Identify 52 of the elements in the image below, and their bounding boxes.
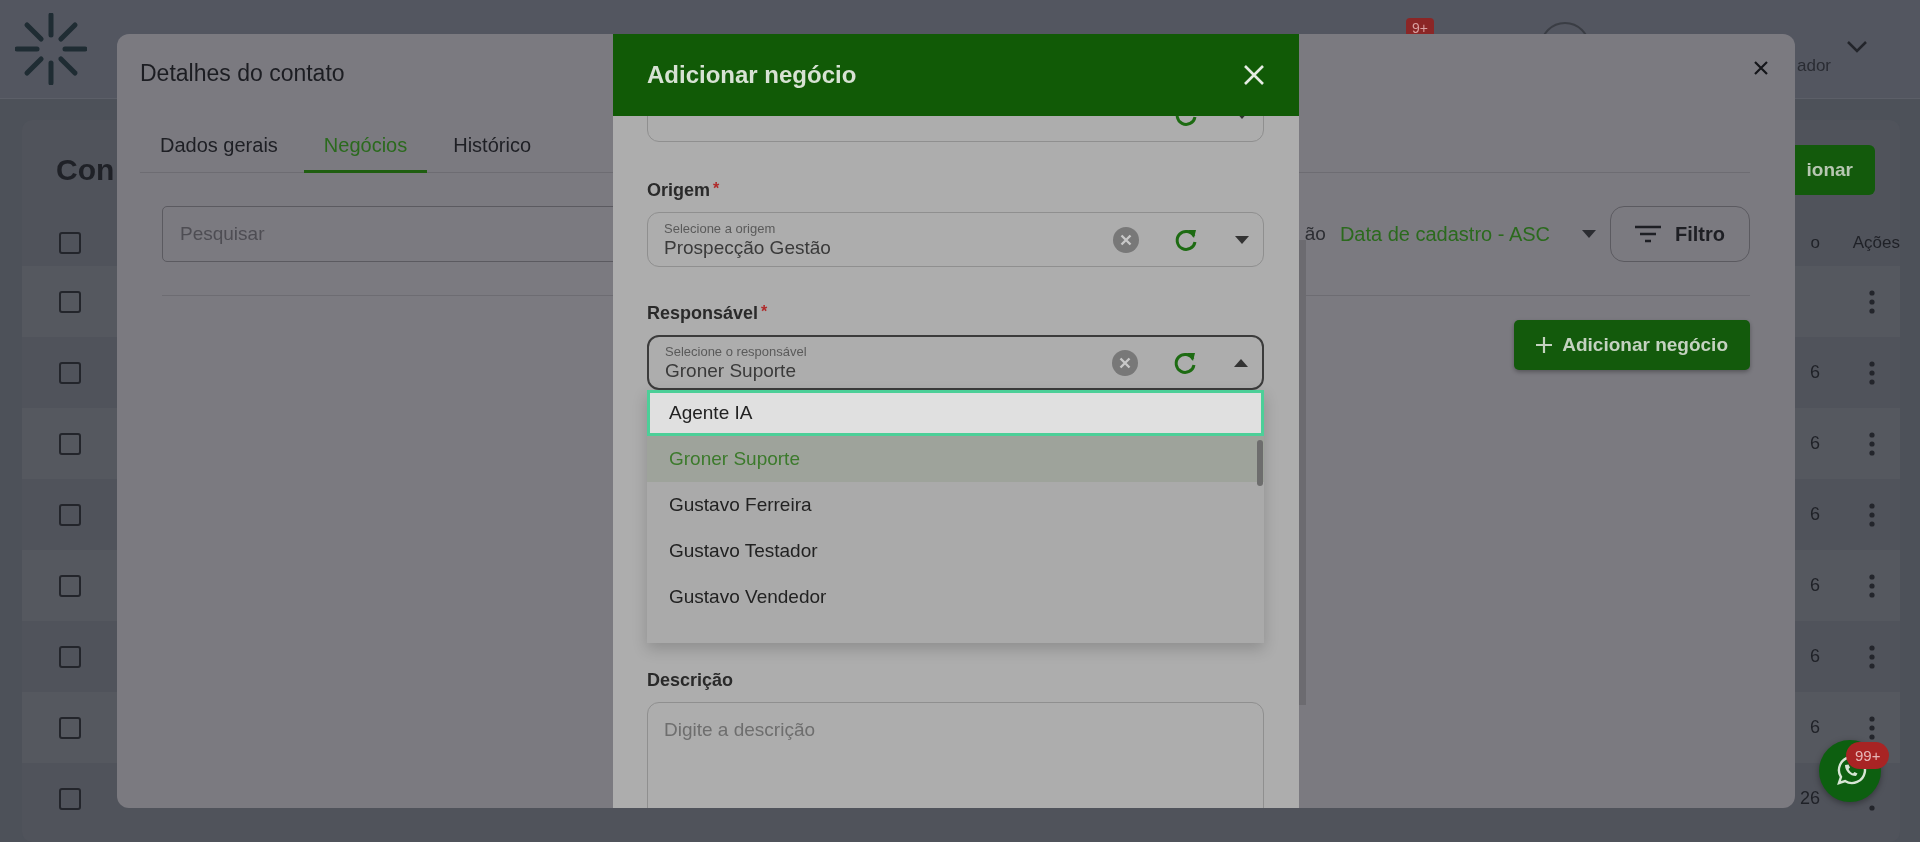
clear-icon[interactable] xyxy=(1112,349,1138,376)
caret-down-icon[interactable] xyxy=(1582,230,1596,238)
checkbox[interactable] xyxy=(59,232,81,254)
caret-down-icon[interactable] xyxy=(1235,235,1249,244)
plus-icon xyxy=(1536,337,1553,353)
scrollbar[interactable] xyxy=(1257,440,1263,486)
dropdown-option[interactable]: Gustavo Vendedor xyxy=(647,574,1264,620)
required-mark: * xyxy=(713,180,720,199)
dialog-title: Adicionar negócio xyxy=(647,61,857,89)
table-cell: 6 xyxy=(1810,433,1820,454)
dropdown-option[interactable]: Agente IA xyxy=(647,390,1264,436)
add-deal-button[interactable]: Adicionar negócio xyxy=(1514,320,1750,370)
dropdown-option[interactable]: Gustavo Ferreira xyxy=(647,482,1264,528)
checkbox[interactable] xyxy=(59,574,81,597)
select-field[interactable]: Selecione o responsável Groner Suporte xyxy=(647,335,1264,390)
table-cell: 6 xyxy=(1810,717,1820,738)
filter-button[interactable]: Filtro xyxy=(1610,206,1750,262)
close-icon[interactable] xyxy=(1753,60,1769,76)
dialog-title: Detalhes do contato xyxy=(140,60,345,88)
checkbox[interactable] xyxy=(59,716,81,739)
more-options-icon[interactable] xyxy=(1869,804,1875,811)
field-label: Responsável xyxy=(647,303,759,325)
more-options-icon[interactable] xyxy=(1869,502,1875,527)
field-label: Origem xyxy=(647,180,711,202)
checkbox[interactable] xyxy=(59,503,81,526)
filter-icon xyxy=(1635,225,1661,243)
field-value: Groner Suporte xyxy=(665,359,797,382)
caret-up-icon[interactable] xyxy=(1234,358,1248,367)
more-options-icon[interactable] xyxy=(1869,573,1875,598)
checkbox[interactable] xyxy=(59,290,81,313)
more-options-icon[interactable] xyxy=(1869,431,1875,456)
more-options-icon[interactable] xyxy=(1869,360,1875,385)
checkbox[interactable] xyxy=(59,787,81,810)
chevron-down-icon[interactable] xyxy=(1846,40,1868,54)
tab[interactable]: Dados gerais xyxy=(140,122,298,173)
floating-label: Selecione o responsável xyxy=(665,343,808,359)
checkbox[interactable] xyxy=(59,645,81,668)
sort-label: ão xyxy=(1304,223,1326,245)
more-options-icon[interactable] xyxy=(1869,289,1875,314)
required-mark: * xyxy=(761,303,768,322)
sunburst-logo-icon xyxy=(15,13,87,85)
select-field[interactable]: Selecione a origem Prospecção Gestão xyxy=(647,212,1264,267)
checkbox[interactable] xyxy=(59,361,81,384)
table-cell: 6 xyxy=(1810,575,1820,596)
more-options-icon[interactable] xyxy=(1869,644,1875,669)
description-field[interactable]: Digite a descrição xyxy=(647,702,1264,808)
tab[interactable]: Histórico xyxy=(433,122,552,173)
checkbox[interactable] xyxy=(59,432,81,455)
dropdown-option[interactable]: Gustavo Testador xyxy=(647,528,1264,574)
field-label: Descrição xyxy=(647,670,734,692)
more-options-icon[interactable] xyxy=(1869,715,1875,740)
clear-icon[interactable] xyxy=(1113,226,1139,253)
